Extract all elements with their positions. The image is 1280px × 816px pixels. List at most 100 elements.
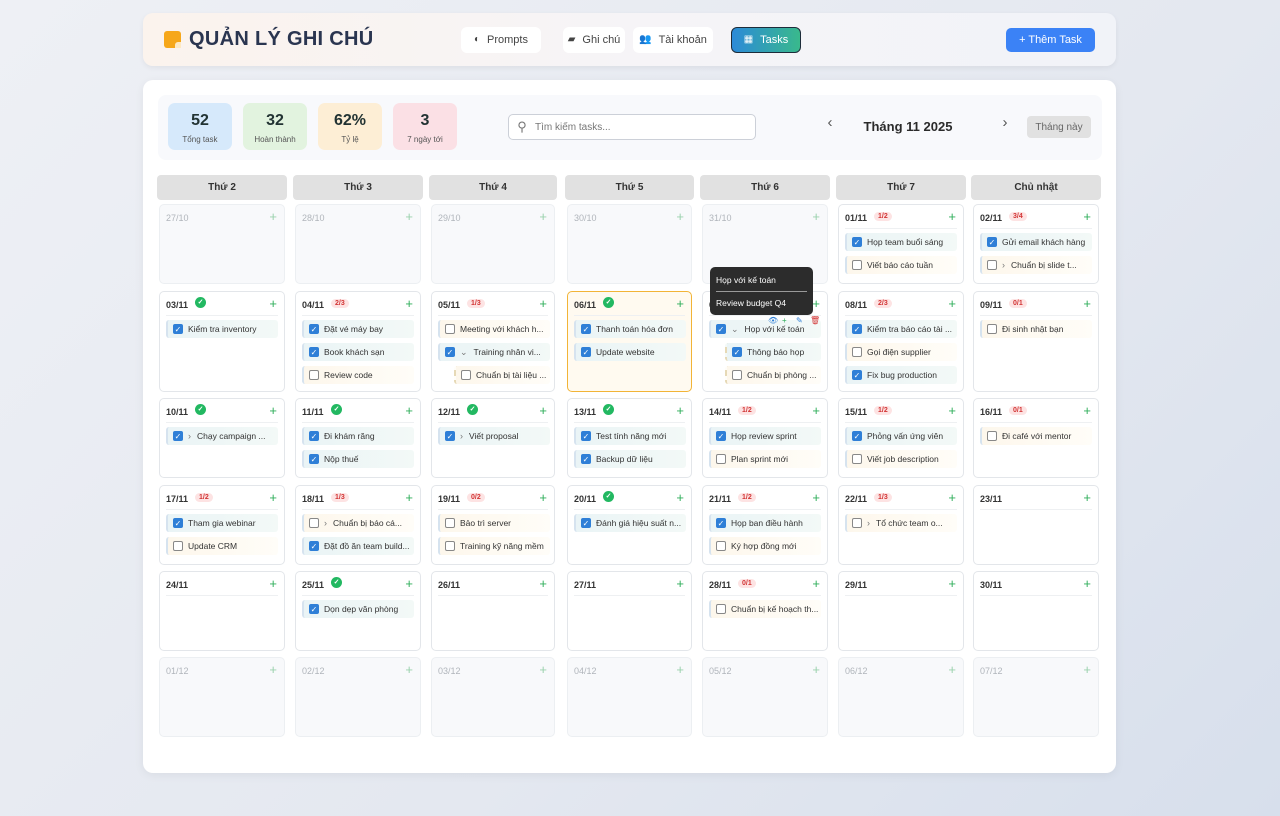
- add-task-to-day-icon[interactable]: +: [1083, 209, 1091, 224]
- add-task-to-day-icon[interactable]: +: [269, 296, 277, 311]
- add-task-to-day-icon[interactable]: +: [812, 576, 820, 591]
- checked-checkbox[interactable]: ✓: [716, 431, 726, 441]
- unchecked-checkbox[interactable]: [309, 518, 319, 528]
- task-item[interactable]: ✓ Nộp thuế: [302, 450, 414, 468]
- task-item[interactable]: ✓ › Chạy campaign ...: [166, 427, 278, 445]
- checked-checkbox[interactable]: ✓: [852, 431, 862, 441]
- unchecked-checkbox[interactable]: [987, 431, 997, 441]
- chevron-down-icon[interactable]: ⌄: [731, 324, 739, 335]
- checked-checkbox[interactable]: ✓: [309, 324, 319, 334]
- task-item[interactable]: ✓ Test tính năng mới: [574, 427, 686, 445]
- task-item[interactable]: Chuẩn bị kế hoạch th...: [709, 600, 821, 618]
- task-item[interactable]: Review code: [302, 366, 414, 384]
- task-item[interactable]: ✓ Tham gia webinar: [166, 514, 278, 532]
- task-item[interactable]: ✓ Book khách sạn: [302, 343, 414, 361]
- add-task-to-day-icon[interactable]: +: [812, 296, 820, 311]
- add-task-to-day-icon[interactable]: +: [676, 490, 684, 505]
- task-item[interactable]: Đi café với mentor: [980, 427, 1092, 445]
- add-task-to-day-icon[interactable]: +: [269, 209, 277, 224]
- add-task-to-day-icon[interactable]: +: [1083, 490, 1091, 505]
- task-item[interactable]: ✓ Họp ban điều hành: [709, 514, 821, 532]
- add-task-to-day-icon[interactable]: +: [812, 209, 820, 224]
- add-task-to-day-icon[interactable]: +: [405, 296, 413, 311]
- chevron-right-icon[interactable]: ›: [460, 431, 463, 441]
- checked-checkbox[interactable]: ✓: [309, 541, 319, 551]
- add-task-to-day-icon[interactable]: +: [405, 662, 413, 677]
- add-task-to-day-icon[interactable]: +: [948, 296, 956, 311]
- unchecked-checkbox[interactable]: [445, 324, 455, 334]
- nav-tab-ghi-chú[interactable]: ▰ Ghi chú: [563, 27, 625, 53]
- checked-checkbox[interactable]: ✓: [581, 347, 591, 357]
- add-task-to-day-icon[interactable]: +: [676, 662, 684, 677]
- add-task-to-day-icon[interactable]: +: [269, 403, 277, 418]
- task-item[interactable]: ✓ Kiểm tra inventory: [166, 320, 278, 338]
- chevron-right-icon[interactable]: ›: [324, 518, 327, 528]
- add-task-to-day-icon[interactable]: +: [1083, 662, 1091, 677]
- task-item[interactable]: ✓ Thông báo họp: [725, 343, 821, 361]
- task-item[interactable]: Ký hợp đồng mới: [709, 537, 821, 555]
- checked-checkbox[interactable]: ✓: [309, 604, 319, 614]
- task-item[interactable]: ✓ Dọn dẹp văn phòng: [302, 600, 414, 618]
- add-task-to-day-icon[interactable]: +: [269, 576, 277, 591]
- task-item[interactable]: ✓ Đặt đồ ăn team build...: [302, 537, 414, 555]
- add-task-to-day-icon[interactable]: +: [405, 490, 413, 505]
- unchecked-checkbox[interactable]: [445, 518, 455, 528]
- task-item[interactable]: Gọi điện supplier: [845, 343, 957, 361]
- task-item[interactable]: ✓ Họp review sprint: [709, 427, 821, 445]
- edit-icon[interactable]: ✎: [796, 316, 803, 325]
- checked-checkbox[interactable]: ✓: [445, 347, 455, 357]
- search-input[interactable]: [535, 121, 735, 133]
- add-task-to-day-icon[interactable]: +: [539, 209, 547, 224]
- add-task-to-day-icon[interactable]: +: [1083, 576, 1091, 591]
- eye-icon[interactable]: 👁: [768, 316, 778, 325]
- add-task-to-day-icon[interactable]: +: [1083, 296, 1091, 311]
- checked-checkbox[interactable]: ✓: [852, 370, 862, 380]
- add-task-to-day-icon[interactable]: +: [539, 296, 547, 311]
- task-item[interactable]: Training kỹ năng mềm: [438, 537, 550, 555]
- add-task-to-day-icon[interactable]: +: [948, 576, 956, 591]
- trash-icon[interactable]: 🗑: [810, 316, 820, 325]
- add-task-to-day-icon[interactable]: +: [812, 490, 820, 505]
- task-item[interactable]: Update CRM: [166, 537, 278, 555]
- add-task-to-day-icon[interactable]: +: [405, 403, 413, 418]
- chevron-right-icon[interactable]: ›: [1002, 260, 1005, 270]
- checked-checkbox[interactable]: ✓: [309, 347, 319, 357]
- task-item[interactable]: Chuẩn bị tài liệu ...: [454, 366, 550, 384]
- checked-checkbox[interactable]: ✓: [987, 237, 997, 247]
- task-item[interactable]: ✓ Gửi email khách hàng: [980, 233, 1092, 251]
- add-task-to-day-icon[interactable]: +: [1083, 403, 1091, 418]
- unchecked-checkbox[interactable]: [732, 370, 742, 380]
- checked-checkbox[interactable]: ✓: [445, 431, 455, 441]
- task-item[interactable]: ✓ › Viết proposal: [438, 427, 550, 445]
- checked-checkbox[interactable]: ✓: [309, 431, 319, 441]
- task-item[interactable]: ✓ Backup dữ liệu: [574, 450, 686, 468]
- checked-checkbox[interactable]: ✓: [581, 454, 591, 464]
- task-item[interactable]: ✓ Fix bug production: [845, 366, 957, 384]
- checked-checkbox[interactable]: ✓: [716, 518, 726, 528]
- task-item[interactable]: ✓ Họp team buổi sáng: [845, 233, 957, 251]
- next-month-button[interactable]: ›: [995, 114, 1015, 131]
- checked-checkbox[interactable]: ✓: [732, 347, 742, 357]
- task-item[interactable]: ✓ Đánh giá hiệu suất n...: [574, 514, 686, 532]
- task-item[interactable]: ✓ Đi khám răng: [302, 427, 414, 445]
- nav-tab-tài-khoản[interactable]: 👥 Tài khoản: [633, 27, 713, 53]
- task-item[interactable]: Bảo trì server: [438, 514, 550, 532]
- add-task-to-day-icon[interactable]: +: [948, 209, 956, 224]
- add-task-to-day-icon[interactable]: +: [405, 209, 413, 224]
- checked-checkbox[interactable]: ✓: [852, 237, 862, 247]
- add-task-to-day-icon[interactable]: +: [539, 662, 547, 677]
- checked-checkbox[interactable]: ✓: [173, 324, 183, 334]
- add-task-to-day-icon[interactable]: +: [539, 403, 547, 418]
- checked-checkbox[interactable]: ✓: [716, 324, 726, 334]
- task-item[interactable]: Chuẩn bị phòng ...: [725, 366, 821, 384]
- add-task-to-day-icon[interactable]: +: [676, 403, 684, 418]
- task-item[interactable]: ✓ Phỏng vấn ứng viên: [845, 427, 957, 445]
- checked-checkbox[interactable]: ✓: [581, 324, 591, 334]
- add-task-to-day-icon[interactable]: +: [269, 490, 277, 505]
- task-item[interactable]: ✓ Kiểm tra báo cáo tài ...: [845, 320, 957, 338]
- task-item[interactable]: ✓ ⌄ Training nhân vi...: [438, 343, 550, 361]
- unchecked-checkbox[interactable]: [852, 260, 862, 270]
- unchecked-checkbox[interactable]: [173, 541, 183, 551]
- unchecked-checkbox[interactable]: [987, 324, 997, 334]
- add-task-to-day-icon[interactable]: +: [539, 490, 547, 505]
